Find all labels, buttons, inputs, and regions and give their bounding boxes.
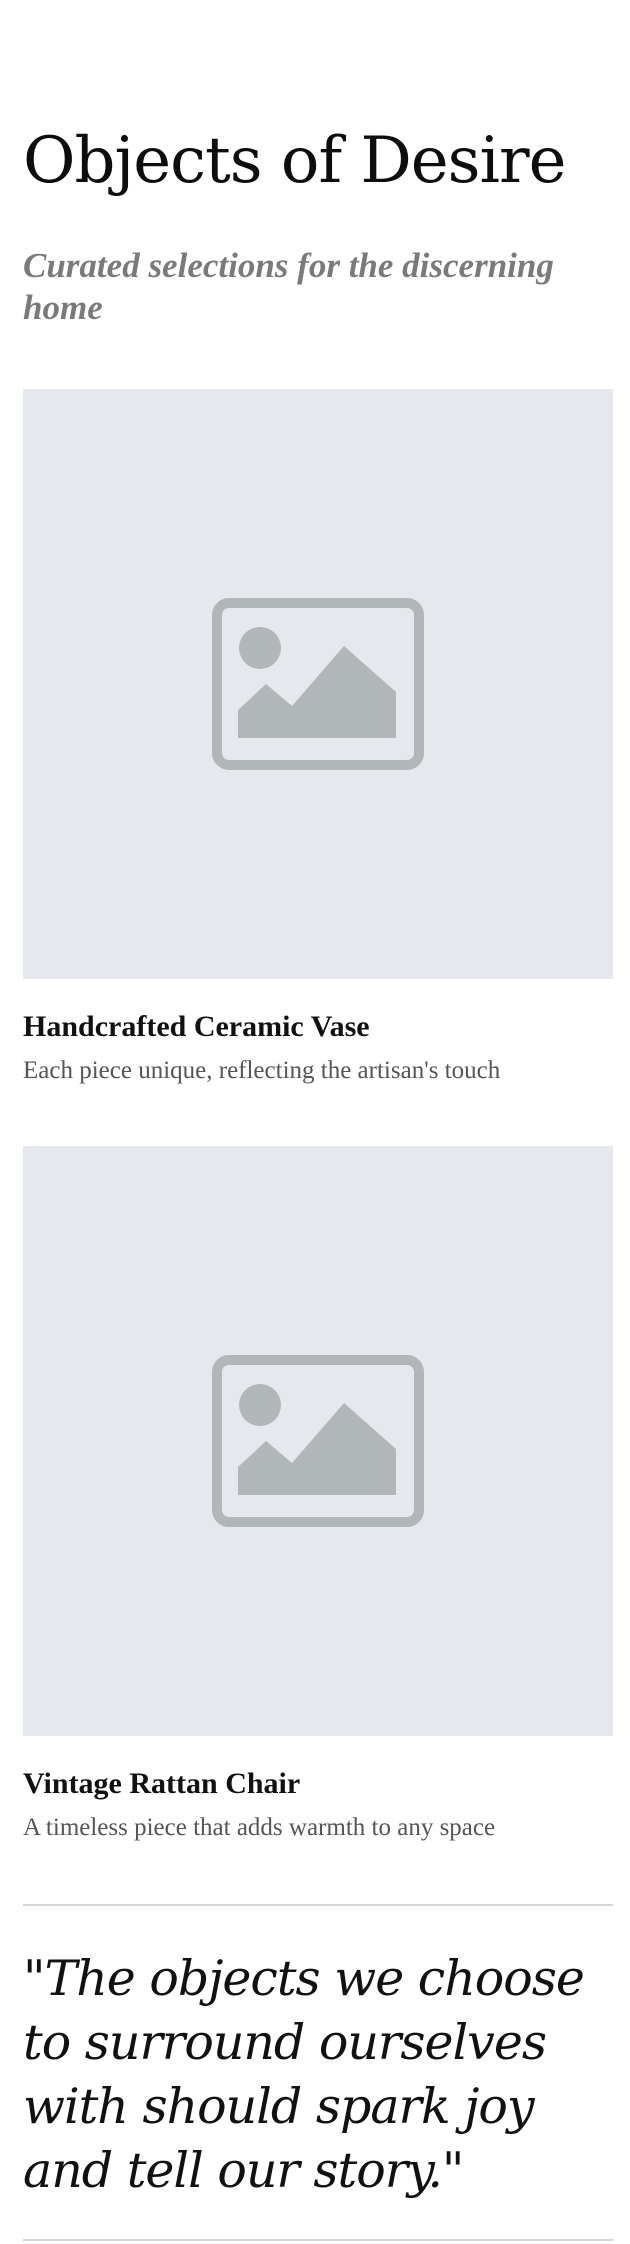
page-subtitle: Curated selections for the discerning ho… bbox=[23, 246, 554, 327]
product-description: A timeless piece that adds warmth to any… bbox=[23, 1814, 496, 1841]
product-image-vase[interactable] bbox=[23, 389, 613, 979]
product-title[interactable]: Handcrafted Ceramic Vase bbox=[23, 1009, 613, 1045]
product-title[interactable]: Vintage Rattan Chair bbox=[23, 1766, 613, 1802]
quote-text: "The objects we choose to surround ourse… bbox=[23, 1950, 585, 2199]
product-image-chair[interactable] bbox=[23, 1146, 613, 1736]
page: Objects of Desire Curated selections for… bbox=[0, 0, 630, 2244]
image-placeholder-icon bbox=[212, 598, 424, 770]
divider bbox=[23, 1904, 613, 1906]
image-placeholder-icon bbox=[212, 1355, 424, 1527]
page-title: Objects of Desire bbox=[23, 124, 566, 198]
divider bbox=[23, 2239, 613, 2241]
product-description: Each piece unique, reflecting the artisa… bbox=[23, 1057, 501, 1084]
